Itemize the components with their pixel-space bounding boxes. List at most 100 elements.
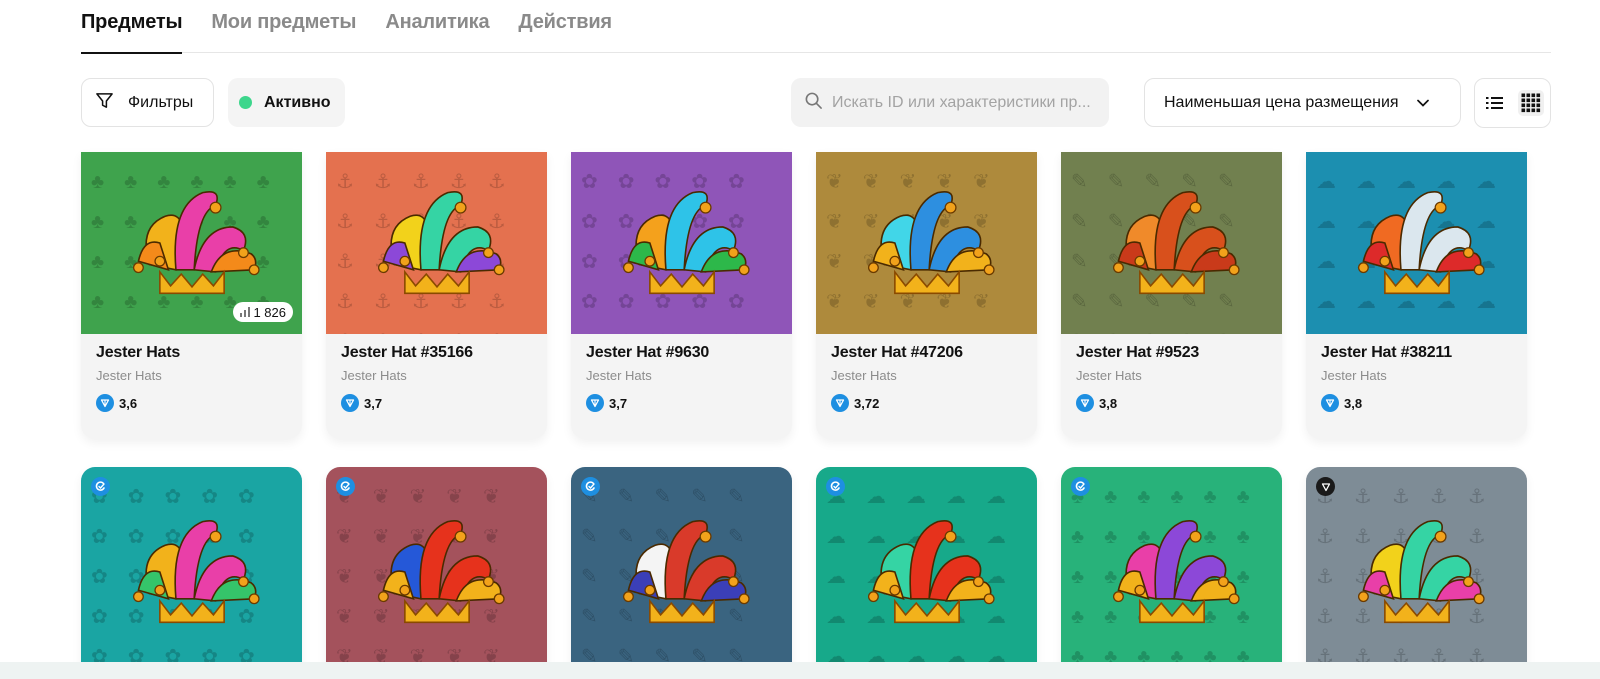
item-info: Jester Hat #35166 Jester Hats 3,7 <box>341 344 541 412</box>
item-card[interactable]: ❦❦❦❦❦❦❦❦❦❦❦❦❦❦❦❦❦❦❦❦❦❦❦❦❦❦❦❦❦❦ <box>326 467 547 677</box>
item-price: 3,7 <box>341 394 541 412</box>
ton-icon <box>586 394 604 412</box>
item-price: 3,8 <box>1076 394 1276 412</box>
marketplace-badge-icon <box>581 477 600 496</box>
price-value: 3,72 <box>854 395 880 411</box>
tab-analytics[interactable]: Аналитика <box>385 0 489 53</box>
filters-label: Фильтры <box>128 93 194 111</box>
item-image: ✎✎✎✎✎✎✎✎✎✎✎✎✎✎✎✎✎✎✎✎✎✎✎✎✎✎✎✎✎✎ <box>571 467 792 677</box>
item-price: 3,8 <box>1321 394 1521 412</box>
item-image: ❦❦❦❦❦❦❦❦❦❦❦❦❦❦❦❦❦❦❦❦❦❦❦❦❦❦❦❦❦❦ <box>326 467 547 677</box>
item-info: Jester Hat #9523 Jester Hats 3,8 <box>1076 344 1276 412</box>
jester-hat-icon <box>622 191 750 295</box>
market-badge-icon <box>1316 477 1335 496</box>
search-icon <box>804 91 823 115</box>
jester-hat-icon <box>1112 191 1240 295</box>
tab-bar: Предметы Мои предметы Аналитика Действия <box>81 0 1551 54</box>
item-collection: Jester Hats <box>1076 368 1142 383</box>
item-card[interactable]: ✎✎✎✎✎✎✎✎✎✎✎✎✎✎✎✎✎✎✎✎✎✎✎✎✎✎✎✎✎✎ <box>571 467 792 677</box>
view-toggle <box>1474 78 1551 128</box>
item-price: 3,7 <box>586 394 786 412</box>
item-title: Jester Hat #38211 <box>1321 344 1452 361</box>
item-title: Jester Hat #47206 <box>831 344 963 361</box>
marketplace-badge-icon <box>826 477 845 496</box>
list-icon <box>1485 97 1503 109</box>
marketplace-badge-icon <box>336 477 355 496</box>
filter-icon <box>95 91 114 115</box>
ton-icon <box>1321 394 1339 412</box>
ton-icon <box>1076 394 1094 412</box>
signal-bars-icon <box>240 307 251 317</box>
grid-icon <box>1521 93 1540 113</box>
ton-icon <box>341 394 359 412</box>
supply-count-badge: 1 826 <box>233 302 293 322</box>
item-title: Jester Hat #9523 <box>1076 344 1200 361</box>
price-value: 3,8 <box>1099 395 1118 411</box>
jester-hat-icon <box>1357 520 1485 624</box>
item-card[interactable]: ⚓⚓⚓⚓⚓⚓⚓⚓⚓⚓⚓⚓⚓⚓⚓⚓⚓⚓⚓⚓⚓⚓⚓⚓⚓⚓⚓⚓⚓⚓ <box>1306 467 1527 677</box>
jester-hat-icon <box>132 520 260 624</box>
price-value: 3,8 <box>1344 395 1363 411</box>
price-value: 3,7 <box>364 395 383 411</box>
item-image: ☁☁☁☁☁☁☁☁☁☁☁☁☁☁☁☁☁☁☁☁☁☁☁☁☁☁☁☁☁☁ <box>816 467 1037 677</box>
ton-icon <box>831 394 849 412</box>
jester-hat-icon <box>867 191 995 295</box>
chevron-down-icon <box>1416 94 1429 112</box>
ton-icon <box>96 394 114 412</box>
status-filter-active[interactable]: Активно <box>228 78 345 127</box>
sort-label: Наименьшая цена размещения <box>1164 93 1399 111</box>
jester-hat-icon <box>377 520 505 624</box>
tab-my-items[interactable]: Мои предметы <box>211 0 356 53</box>
toolbar: Фильтры Активно Наименьшая цена размещен… <box>81 78 1551 128</box>
item-image: ☁☁☁☁☁☁☁☁☁☁☁☁☁☁☁☁☁☁☁☁☁☁☁☁☁☁☁☁☁☁ <box>1306 152 1527 334</box>
jester-hat-icon <box>867 520 995 624</box>
item-card[interactable]: ☁☁☁☁☁☁☁☁☁☁☁☁☁☁☁☁☁☁☁☁☁☁☁☁☁☁☁☁☁☁ Jester Ha… <box>1306 152 1527 439</box>
item-image: ✿✿✿✿✿✿✿✿✿✿✿✿✿✿✿✿✿✿✿✿✿✿✿✿✿✿✿✿✿✿ <box>571 152 792 334</box>
item-info: Jester Hats Jester Hats 3,6 <box>96 344 296 412</box>
item-card[interactable]: ✿✿✿✿✿✿✿✿✿✿✿✿✿✿✿✿✿✿✿✿✿✿✿✿✿✿✿✿✿✿ Jester Ha… <box>571 152 792 439</box>
search-input[interactable] <box>832 93 1109 112</box>
list-view-button[interactable] <box>1482 90 1508 116</box>
search-box[interactable] <box>791 78 1109 127</box>
item-card[interactable]: ❦❦❦❦❦❦❦❦❦❦❦❦❦❦❦❦❦❦❦❦❦❦❦❦❦❦❦❦❦❦ Jester Ha… <box>816 152 1037 439</box>
item-card[interactable]: ⚓⚓⚓⚓⚓⚓⚓⚓⚓⚓⚓⚓⚓⚓⚓⚓⚓⚓⚓⚓⚓⚓⚓⚓⚓⚓⚓⚓⚓⚓ Jester Ha… <box>326 152 547 439</box>
item-title: Jester Hats <box>96 344 181 361</box>
sort-select[interactable]: Наименьшая цена размещения <box>1144 78 1461 127</box>
item-collection: Jester Hats <box>831 368 897 383</box>
item-card[interactable]: ✿✿✿✿✿✿✿✿✿✿✿✿✿✿✿✿✿✿✿✿✿✿✿✿✿✿✿✿✿✿ <box>81 467 302 677</box>
item-title: Jester Hat #35166 <box>341 344 473 361</box>
jester-hat-icon <box>622 520 750 624</box>
jester-hat-icon <box>1357 191 1485 295</box>
item-card[interactable]: ♣♣♣♣♣♣♣♣♣♣♣♣♣♣♣♣♣♣♣♣♣♣♣♣♣♣♣♣♣♣ <box>1061 467 1282 677</box>
item-collection: Jester Hats <box>341 368 407 383</box>
tab-activity[interactable]: Действия <box>518 0 612 53</box>
item-image: ✿✿✿✿✿✿✿✿✿✿✿✿✿✿✿✿✿✿✿✿✿✿✿✿✿✿✿✿✿✿ <box>81 467 302 677</box>
item-card[interactable]: ✎✎✎✎✎✎✎✎✎✎✎✎✎✎✎✎✎✎✎✎✎✎✎✎✎✎✎✎✎✎ Jester Ha… <box>1061 152 1282 439</box>
bottom-strip <box>0 662 1600 679</box>
item-collection: Jester Hats <box>1321 368 1387 383</box>
item-card[interactable]: ☁☁☁☁☁☁☁☁☁☁☁☁☁☁☁☁☁☁☁☁☁☁☁☁☁☁☁☁☁☁ <box>816 467 1037 677</box>
item-image: ❦❦❦❦❦❦❦❦❦❦❦❦❦❦❦❦❦❦❦❦❦❦❦❦❦❦❦❦❦❦ <box>816 152 1037 334</box>
jester-hat-icon <box>1112 520 1240 624</box>
tab-items[interactable]: Предметы <box>81 0 183 54</box>
supply-count: 1 826 <box>253 304 286 320</box>
item-title: Jester Hat #9630 <box>586 344 710 361</box>
item-image: ⚓⚓⚓⚓⚓⚓⚓⚓⚓⚓⚓⚓⚓⚓⚓⚓⚓⚓⚓⚓⚓⚓⚓⚓⚓⚓⚓⚓⚓⚓ <box>1306 467 1527 677</box>
item-price: 3,6 <box>96 394 296 412</box>
price-value: 3,6 <box>119 395 138 411</box>
price-value: 3,7 <box>609 395 628 411</box>
item-image: ⚓⚓⚓⚓⚓⚓⚓⚓⚓⚓⚓⚓⚓⚓⚓⚓⚓⚓⚓⚓⚓⚓⚓⚓⚓⚓⚓⚓⚓⚓ <box>326 152 547 334</box>
item-info: Jester Hat #38211 Jester Hats 3,8 <box>1321 344 1521 412</box>
marketplace-badge-icon <box>1071 477 1090 496</box>
item-image: ♣♣♣♣♣♣♣♣♣♣♣♣♣♣♣♣♣♣♣♣♣♣♣♣♣♣♣♣♣♣ 1 826 <box>81 152 302 334</box>
item-info: Jester Hat #9630 Jester Hats 3,7 <box>586 344 786 412</box>
grid-view-button[interactable] <box>1517 90 1544 116</box>
item-collection: Jester Hats <box>586 368 652 383</box>
filters-button[interactable]: Фильтры <box>81 78 214 127</box>
jester-hat-icon <box>377 191 505 295</box>
item-collection: Jester Hats <box>96 368 162 383</box>
item-card[interactable]: ♣♣♣♣♣♣♣♣♣♣♣♣♣♣♣♣♣♣♣♣♣♣♣♣♣♣♣♣♣♣ 1 826 Jes… <box>81 152 302 439</box>
status-dot-icon <box>239 96 252 109</box>
marketplace-badge-icon <box>91 477 110 496</box>
item-image: ♣♣♣♣♣♣♣♣♣♣♣♣♣♣♣♣♣♣♣♣♣♣♣♣♣♣♣♣♣♣ <box>1061 467 1282 677</box>
